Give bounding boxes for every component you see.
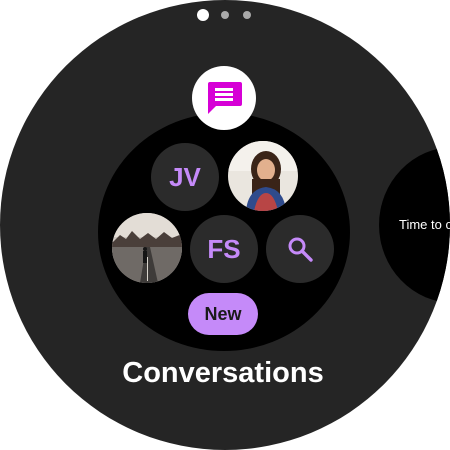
contact-portrait-photo[interactable]: [228, 141, 298, 211]
messages-app-icon[interactable]: [192, 66, 256, 130]
portrait-photo: [228, 141, 298, 211]
watch-face: Time to c JV FS New Conversations: [0, 0, 450, 450]
road-photo: [112, 213, 182, 283]
contact-initials: JV: [169, 162, 201, 192]
next-tile-preview[interactable]: Time to c: [379, 147, 450, 303]
search-icon: [288, 237, 313, 262]
contact-fs[interactable]: FS: [190, 215, 258, 283]
page-dot: [221, 11, 229, 19]
page-dot: [243, 11, 251, 19]
contact-initials: FS: [207, 234, 241, 264]
search-button[interactable]: [266, 215, 334, 283]
contact-road-photo[interactable]: [112, 213, 182, 283]
page-indicator: [0, 8, 450, 22]
new-conversation-button[interactable]: New: [188, 293, 258, 335]
next-tile-text: Time to c: [399, 217, 450, 232]
message-icon: [208, 82, 242, 114]
watch-screen: Time to c JV FS New Conversations: [0, 0, 450, 450]
page-title: Conversations: [122, 357, 324, 389]
contact-jv[interactable]: JV: [151, 143, 219, 211]
page-dot-active: [197, 9, 209, 21]
